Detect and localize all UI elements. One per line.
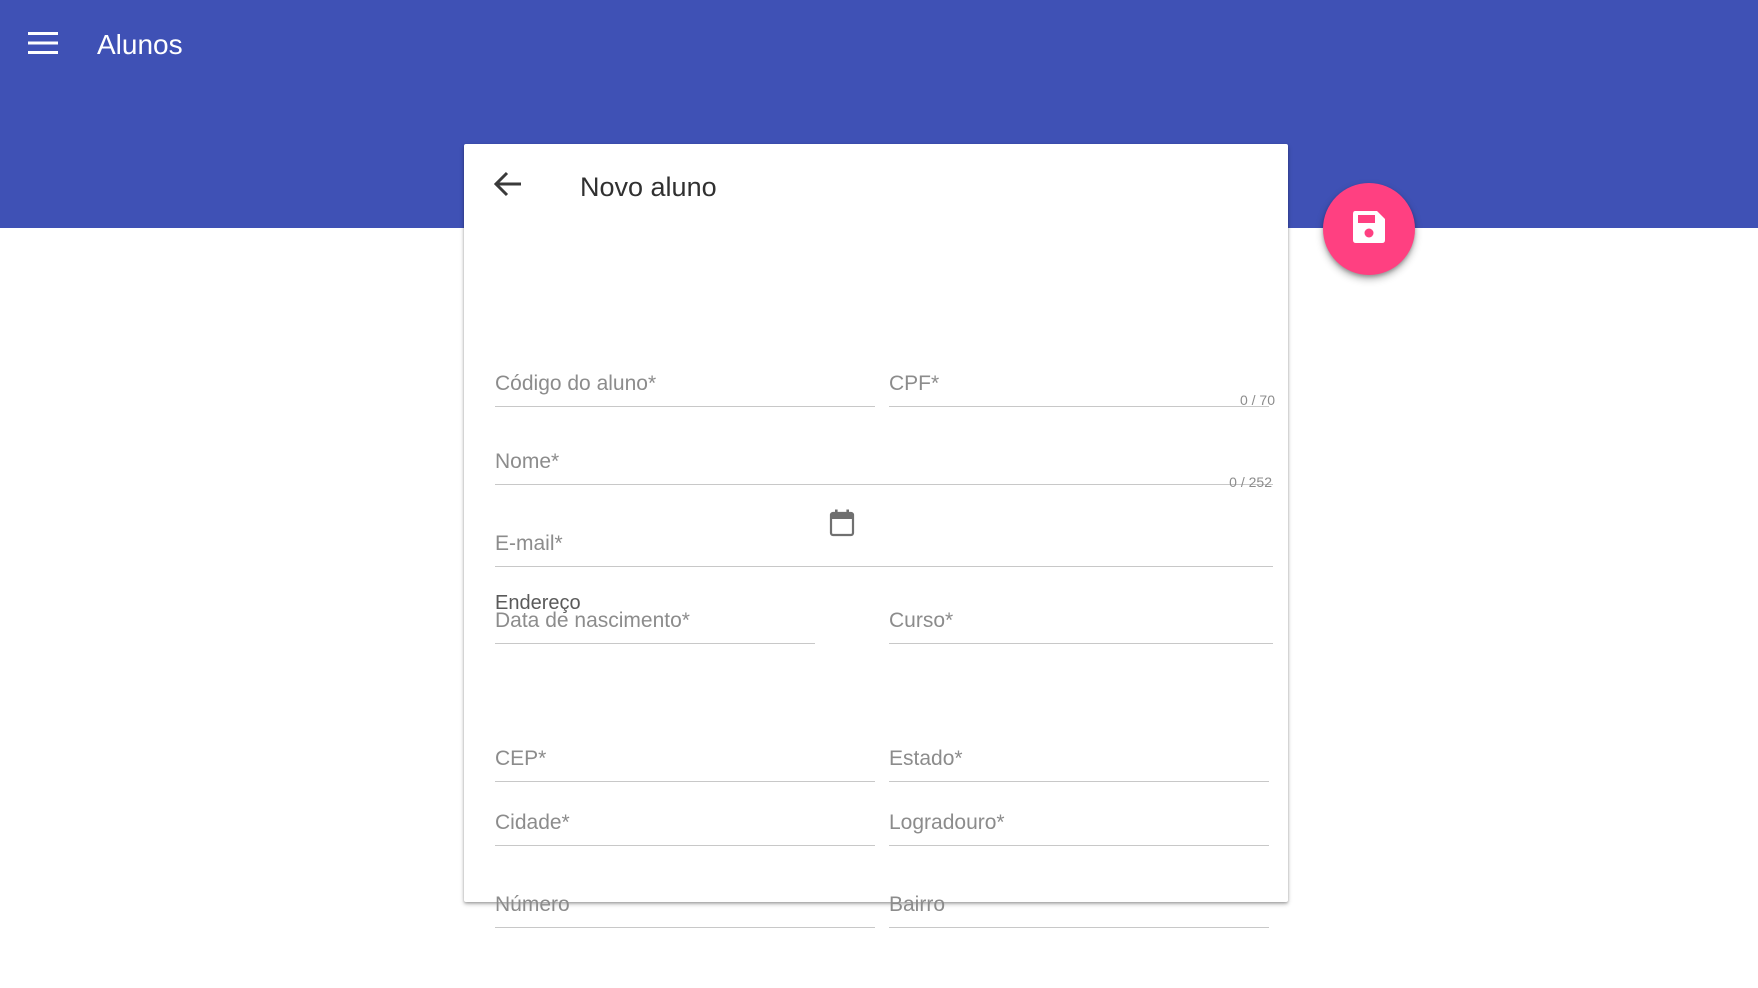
arrow-back-icon xyxy=(493,171,522,202)
cep-label: CEP* xyxy=(495,747,547,770)
app-title: Alunos xyxy=(97,29,183,60)
email-field[interactable]: E-mail* xyxy=(495,522,1273,567)
cidade-label: Cidade* xyxy=(495,811,570,834)
email-label: E-mail* xyxy=(495,532,563,555)
student-form-card: Novo aluno Código do aluno* CPF* Nome* 0… xyxy=(464,144,1288,928)
estado-field[interactable]: Estado* xyxy=(889,737,1269,782)
cep-field[interactable]: CEP* xyxy=(495,737,875,782)
back-button[interactable] xyxy=(488,166,528,206)
numero-field[interactable]: Número xyxy=(495,883,875,928)
codigo-label: Código do aluno* xyxy=(495,372,657,395)
bairro-label: Bairro xyxy=(889,893,946,916)
save-icon xyxy=(1352,210,1386,249)
cidade-field[interactable]: Cidade* xyxy=(495,801,875,846)
nome-label: Nome* xyxy=(495,450,560,473)
curso-field[interactable]: Curso* xyxy=(889,599,1273,644)
form-title: Novo aluno xyxy=(580,172,717,202)
calendar-icon xyxy=(829,509,855,542)
numero-label: Número xyxy=(495,893,570,916)
calendar-button[interactable] xyxy=(826,509,858,541)
cpf-label: CPF* xyxy=(889,372,940,395)
menu-icon xyxy=(28,31,58,59)
curso-label: Curso* xyxy=(889,609,954,632)
bairro-field[interactable]: Bairro xyxy=(889,883,1269,928)
logradouro-label: Logradouro* xyxy=(889,811,1005,834)
codigo-field[interactable]: Código do aluno* xyxy=(495,362,875,407)
address-section-label: Endereço xyxy=(495,592,581,614)
nome-char-counter: 0 / 70 xyxy=(1239,392,1275,408)
logradouro-field[interactable]: Logradouro* xyxy=(889,801,1269,846)
email-char-counter: 0 / 252 xyxy=(1229,474,1272,490)
save-button[interactable] xyxy=(1323,183,1415,275)
menu-button[interactable] xyxy=(24,26,62,64)
estado-label: Estado* xyxy=(889,747,963,770)
